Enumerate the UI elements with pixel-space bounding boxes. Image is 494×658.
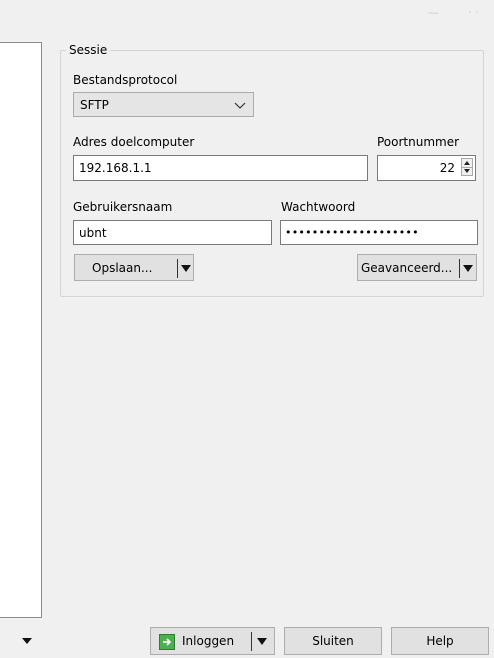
username-label: Gebruikersnaam <box>73 200 173 214</box>
password-input[interactable]: •••••••••••••••••••• <box>280 220 478 245</box>
caret-down-icon[interactable] <box>181 265 191 272</box>
left-panel[interactable] <box>0 42 42 618</box>
port-spinner[interactable] <box>461 158 473 176</box>
port-label: Poortnummer <box>377 135 460 149</box>
password-label: Wachtwoord <box>281 200 356 214</box>
session-group-title: Sessie <box>66 43 111 57</box>
host-input[interactable]: 192.168.1.1 <box>73 155 368 181</box>
tools-dropdown-button[interactable] <box>0 626 42 654</box>
login-icon <box>159 634 175 650</box>
login-button-separator <box>251 632 252 651</box>
chevron-down-icon <box>234 102 246 109</box>
protocol-select[interactable]: SFTP <box>73 92 254 117</box>
help-button-label: Help <box>426 634 454 648</box>
save-button-separator <box>177 259 178 278</box>
caret-down-icon[interactable] <box>463 265 473 272</box>
username-input[interactable]: ubnt <box>73 220 272 245</box>
advanced-button-label: Geavanceerd... <box>361 261 453 275</box>
protocol-value: SFTP <box>80 98 109 112</box>
save-button[interactable]: Opslaan... <box>74 254 194 281</box>
port-input[interactable]: 22 <box>377 155 476 181</box>
caret-down-icon[interactable] <box>257 638 267 645</box>
help-button[interactable]: Help <box>391 627 489 655</box>
login-button-label: Inloggen <box>182 634 235 648</box>
close-window-icon[interactable]: · · <box>468 7 479 18</box>
close-button-label: Sluiten <box>312 634 354 648</box>
save-button-label: Opslaan... <box>92 261 153 275</box>
port-value: 22 <box>439 161 455 175</box>
advanced-button[interactable]: Geavanceerd... <box>357 254 477 281</box>
protocol-label: Bestandsprotocol <box>73 73 178 87</box>
minimize-icon[interactable]: — <box>428 7 439 18</box>
close-button[interactable]: Sluiten <box>284 627 382 655</box>
host-value: 192.168.1.1 <box>79 161 152 175</box>
advanced-button-separator <box>459 259 460 278</box>
host-label: Adres doelcomputer <box>73 135 195 149</box>
spin-down-icon[interactable] <box>462 167 472 175</box>
username-value: ubnt <box>79 226 107 240</box>
login-button[interactable]: Inloggen <box>150 627 275 655</box>
password-value: •••••••••••••••••••• <box>285 226 419 239</box>
caret-down-icon <box>22 638 32 644</box>
